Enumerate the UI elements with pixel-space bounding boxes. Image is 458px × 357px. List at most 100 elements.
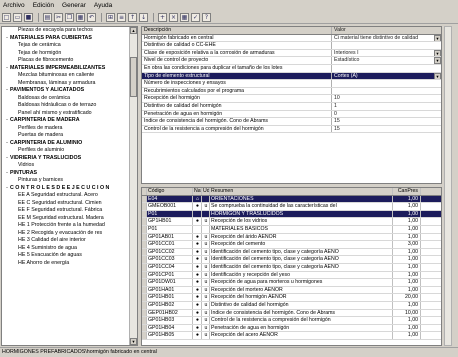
property-row[interactable]: Hormigón fabricado en central Ci material… (142, 34, 441, 43)
cell-unit[interactable]: u (202, 324, 210, 332)
cell-quantity[interactable]: 10,00 (393, 309, 421, 317)
delete-icon[interactable]: × (169, 12, 178, 22)
cell-code[interactable]: GP01HB03 (147, 317, 193, 324)
cell-quantity[interactable]: 1,00 (393, 263, 421, 271)
cell-unit[interactable]: u (202, 256, 210, 263)
menu-item[interactable]: Archivo (3, 2, 25, 9)
property-row[interactable]: Nivel de control de proyecto Estadístico ▼ (142, 57, 441, 65)
cell-unit[interactable]: u (202, 203, 210, 210)
cell-nature-icon[interactable]: ● (193, 294, 202, 301)
cell-code[interactable]: GP01HB01 (147, 294, 193, 301)
cell-quantity[interactable]: 1,00 (393, 203, 421, 210)
cell-summary[interactable]: Se comprueba la continuidad de las carac… (210, 203, 393, 210)
property-row[interactable]: Recubrimientos calculados por el program… (142, 87, 441, 96)
cell-unit[interactable]: u (202, 286, 210, 294)
cell-nature-icon[interactable]: ● (193, 279, 202, 286)
property-value[interactable]: Ci material tiene distintivo de calidad ▼ (332, 34, 441, 42)
help-icon[interactable]: ? (202, 12, 211, 22)
cell-nature-icon[interactable]: ● (193, 286, 202, 294)
cell-code[interactable]: GP01HB05 (147, 332, 193, 339)
open-icon[interactable]: ▭ (13, 12, 22, 22)
check-icon[interactable]: ✓ (191, 12, 200, 22)
cell-unit[interactable] (202, 210, 210, 218)
cell-summary[interactable]: Índice de consistencia del hormigón. Con… (210, 309, 393, 317)
table-row[interactable]: GP01HB04 ● u Penetración de agua en hormigó… (142, 324, 441, 333)
table-row[interactable]: GP01HB01 ● u Recepción del hormigón AENOR 20… (142, 294, 441, 302)
cell-nature-icon[interactable] (193, 210, 202, 218)
cell-summary[interactable]: Recepción de los vidrios (210, 218, 393, 225)
up-icon[interactable]: ↑ (128, 12, 137, 22)
table-row[interactable]: GP01CC04 ● u Identificación del cemento tip… (142, 263, 441, 272)
table-row[interactable]: P01 MATERIALES BÁSICOS 1,00 (142, 225, 441, 234)
cell-unit[interactable]: u (202, 218, 210, 225)
property-value[interactable]: 15 (332, 118, 441, 125)
tree-icon[interactable]: ⊞ (106, 12, 115, 22)
property-value[interactable]: 0 (332, 111, 441, 118)
cut-icon[interactable]: ✂ (54, 12, 63, 22)
cell-unit[interactable]: u (202, 332, 210, 339)
tree-item[interactable]: Tejas de hormigón (2, 50, 130, 58)
tree-item[interactable]: Tejas de cerámica (2, 42, 130, 50)
cell-code[interactable]: GP01HA01 (147, 286, 193, 294)
cell-nature-icon[interactable]: ● (193, 324, 202, 332)
cell-quantity[interactable]: 1,00 (393, 248, 421, 256)
cell-summary[interactable]: Recepción del árido AENOR (210, 233, 393, 241)
tree-group[interactable]: - MATERIALES PARA CUBIERTAS (2, 35, 130, 43)
cell-summary[interactable]: Recepción de agua para morteros u hormig… (210, 279, 393, 286)
tree-item[interactable]: HE 2 Recogida y evacuación de res (2, 230, 130, 238)
tree-item[interactable]: Pinturas y barnices (2, 177, 130, 185)
property-value[interactable]: Cortes (A) ▼ (332, 72, 441, 80)
undo-icon[interactable]: ↶ (87, 12, 96, 22)
tree-item[interactable]: EE C Seguridad estructural. Cimien (2, 200, 130, 208)
cell-summary[interactable]: MATERIALES BÁSICOS (210, 225, 393, 233)
property-row[interactable]: Recepción del hormigón 10 (142, 95, 441, 103)
cell-unit[interactable]: u (202, 301, 210, 309)
menu-item[interactable]: Ayuda (94, 2, 112, 9)
menu-item[interactable]: Edición (33, 2, 54, 9)
cell-unit[interactable]: u (202, 279, 210, 286)
table-row[interactable]: GP01AB01 ● u Recepción del árido AENOR 1,00 (142, 233, 441, 242)
tree-item[interactable]: Perfiles de aluminio (2, 147, 130, 155)
tree-item[interactable]: HE Ahorro de energía (2, 260, 130, 268)
header-description[interactable]: Descripción (142, 27, 332, 34)
cell-quantity[interactable]: 1,00 (393, 210, 421, 218)
cell-quantity[interactable]: 1,00 (393, 256, 421, 263)
cell-quantity[interactable]: 1,00 (393, 271, 421, 279)
tree-item[interactable]: Puertas de madera (2, 132, 130, 140)
cell-nature-icon[interactable]: ● (193, 317, 202, 324)
cell-summary[interactable]: HORMIGÓN Y TRASLÚCIDOS (210, 210, 393, 218)
cell-nature-icon[interactable]: ⌂ (193, 195, 202, 203)
tree-item[interactable]: EE F Seguridad estructural. Fábrica (2, 207, 130, 215)
dropdown-arrow-icon[interactable]: ▼ (434, 49, 441, 57)
cell-quantity[interactable]: 1,00 (393, 225, 421, 233)
cell-nature-icon[interactable]: ● (193, 332, 202, 339)
dropdown-arrow-icon[interactable]: ▼ (434, 34, 441, 42)
cell-summary[interactable]: Recepción del mortero AENOR (210, 286, 393, 294)
scroll-down-icon[interactable]: ▼ (130, 338, 137, 345)
table-row[interactable]: E04 ⌂ ORIENTACIONES 1,00 (142, 195, 441, 204)
table-row[interactable]: GP01HB02 ● u Distintivo de calidad del horm… (142, 301, 441, 310)
property-value[interactable] (332, 80, 441, 87)
cell-code[interactable]: GP01DW01 (147, 279, 193, 286)
cell-summary[interactable]: Recepción del hormigón AENOR (210, 294, 393, 301)
cell-nature-icon[interactable]: ● (193, 218, 202, 225)
tree-group[interactable]: - CARPINTERÍA DE ALUMINIO (2, 140, 130, 148)
tree-group[interactable]: - CARPINTERÍA DE MADERA (2, 117, 130, 125)
cell-unit[interactable]: u (202, 233, 210, 241)
property-value[interactable]: Interiores I ▼ (332, 49, 441, 57)
cell-nature-icon[interactable]: ● (193, 241, 202, 248)
cell-code[interactable]: P01 (147, 225, 193, 233)
cell-quantity[interactable]: 1,00 (393, 195, 421, 203)
tree-item[interactable]: Baldosas hidráulicas o de terrazo (2, 102, 130, 110)
tree-item[interactable]: Perfiles de madera (2, 125, 130, 133)
tree-item[interactable]: Baldosas de cerámica (2, 95, 130, 103)
cell-code[interactable]: GMEOB001 (147, 203, 193, 210)
tree-item[interactable]: HE 5 Evacuación de aguas (2, 252, 130, 260)
col-quantity[interactable]: CanPres (393, 188, 421, 195)
cell-code[interactable]: GP1HB01 (147, 218, 193, 225)
cell-nature-icon[interactable] (193, 225, 202, 233)
col-summary[interactable]: Resumen (210, 188, 393, 195)
scroll-up-icon[interactable]: ▲ (130, 27, 137, 34)
cell-quantity[interactable]: 1,00 (393, 279, 421, 286)
tree-item[interactable]: HE 3 Calidad del aire interior (2, 237, 130, 245)
